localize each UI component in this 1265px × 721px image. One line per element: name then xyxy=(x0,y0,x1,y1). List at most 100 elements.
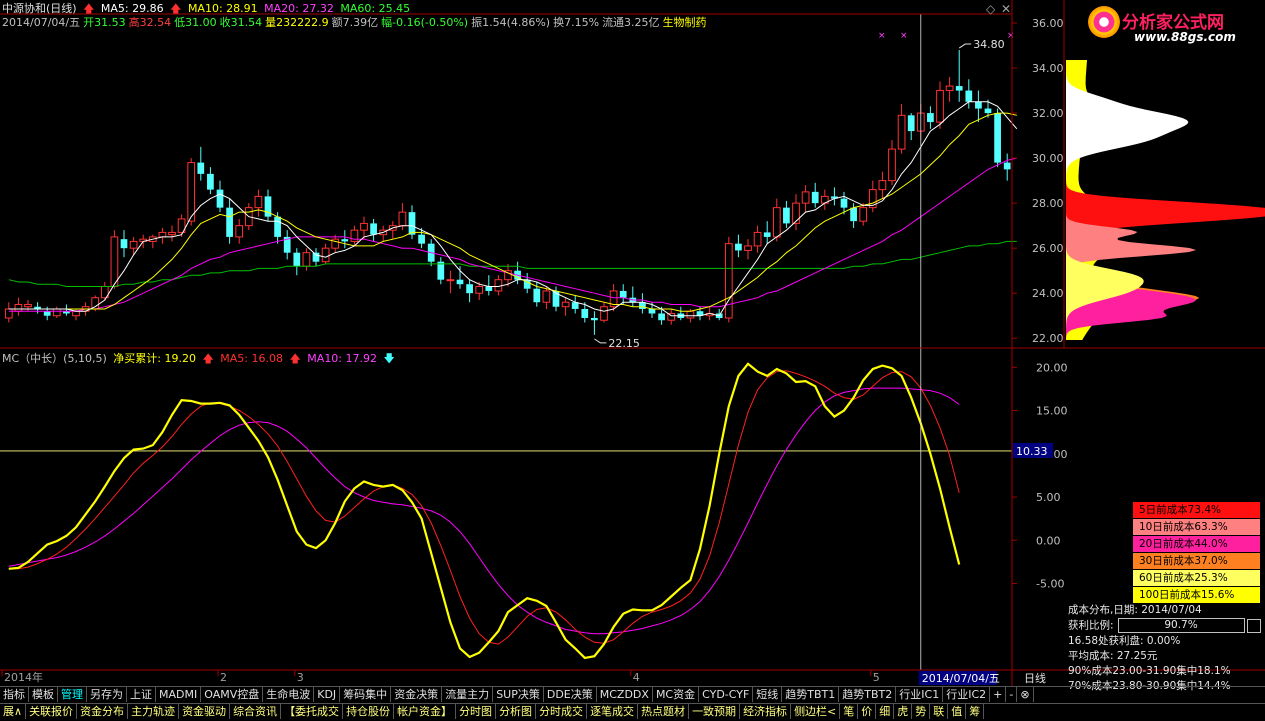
tab-item[interactable]: 势 xyxy=(912,704,931,719)
tab-item[interactable]: 行业IC1 xyxy=(896,687,944,702)
candle[interactable] xyxy=(975,90,982,123)
candle[interactable] xyxy=(792,194,800,231)
tab-item[interactable]: 分时图 xyxy=(456,704,497,719)
candle[interactable] xyxy=(302,248,311,271)
candle[interactable] xyxy=(120,230,128,258)
candle[interactable] xyxy=(801,185,810,213)
candle[interactable] xyxy=(629,286,637,307)
tab-item[interactable]: 分析图 xyxy=(496,704,537,719)
candle[interactable] xyxy=(235,218,244,244)
candle[interactable] xyxy=(965,79,973,109)
candle[interactable] xyxy=(408,205,416,240)
tab-item[interactable]: 关联报价 xyxy=(26,704,78,719)
candle[interactable] xyxy=(639,293,646,314)
candle[interactable] xyxy=(907,113,915,141)
candle[interactable] xyxy=(831,187,838,206)
candle[interactable] xyxy=(264,189,272,222)
tab-item[interactable]: MCZDDX xyxy=(597,687,653,702)
tab-item[interactable]: 逐笔成交 xyxy=(587,704,639,719)
candle[interactable] xyxy=(753,225,762,253)
candle[interactable] xyxy=(312,248,320,267)
candle[interactable] xyxy=(456,266,464,289)
tab-item[interactable]: 综合资讯 xyxy=(230,704,282,719)
tab-item[interactable]: 筹码集中 xyxy=(340,687,392,702)
tab-item[interactable]: MC资金 xyxy=(653,687,700,702)
candle[interactable] xyxy=(226,198,233,244)
candle[interactable] xyxy=(811,182,819,208)
tab-item[interactable]: SUP决策 xyxy=(493,687,544,702)
expand-button[interactable] xyxy=(1246,618,1261,633)
candle[interactable] xyxy=(283,230,291,260)
candle[interactable] xyxy=(148,234,157,249)
tab-item[interactable]: DDE决策 xyxy=(544,687,597,702)
indicator-panel[interactable] xyxy=(0,362,1012,660)
candle[interactable] xyxy=(561,297,570,316)
candle[interactable] xyxy=(207,167,214,195)
candle[interactable] xyxy=(945,77,954,102)
candle[interactable] xyxy=(571,295,579,314)
candle[interactable] xyxy=(446,270,455,294)
candle[interactable] xyxy=(341,230,349,249)
tab-item[interactable]: 管理 xyxy=(58,687,87,702)
tab-item[interactable]: 一致预期 xyxy=(689,704,741,719)
candle[interactable] xyxy=(388,221,397,240)
tab-item[interactable]: 资金驱动 xyxy=(179,704,231,719)
candle[interactable] xyxy=(63,304,70,316)
tab-item[interactable]: 趋势TBT2 xyxy=(839,687,897,702)
candle[interactable] xyxy=(370,218,377,242)
tab-item[interactable]: 笔 xyxy=(840,704,859,719)
candle[interactable] xyxy=(437,257,445,285)
candle[interactable] xyxy=(724,236,733,323)
candle[interactable] xyxy=(24,299,32,312)
tab-item[interactable]: MADMI xyxy=(156,687,202,702)
candle[interactable] xyxy=(542,286,551,309)
candle[interactable] xyxy=(360,216,368,240)
candle[interactable] xyxy=(485,275,493,296)
tab-item[interactable]: 行业IC2 xyxy=(943,687,991,702)
tab-item[interactable]: 筹 xyxy=(966,704,985,719)
candle[interactable] xyxy=(888,140,896,186)
candle[interactable] xyxy=(878,171,887,199)
tab-item[interactable]: KDJ xyxy=(314,687,341,702)
tab-item[interactable]: 持仓股份 xyxy=(343,704,395,719)
tab-item[interactable]: 上证 xyxy=(127,687,156,702)
tab-item[interactable]: 细 xyxy=(876,704,895,719)
candle[interactable] xyxy=(744,239,752,260)
tab-item[interactable]: 资金决策 xyxy=(391,687,443,702)
candle[interactable] xyxy=(52,306,61,318)
tab-item[interactable]: 展∧ xyxy=(0,704,27,719)
tab-item[interactable]: 帐户资金】 xyxy=(394,704,457,719)
candle[interactable] xyxy=(897,104,906,154)
tab-item[interactable]: CYD-CYF xyxy=(699,687,754,702)
candle[interactable] xyxy=(591,311,598,335)
candle[interactable] xyxy=(677,306,685,321)
tab-item[interactable]: 趋势TBT1 xyxy=(782,687,840,702)
candle[interactable] xyxy=(110,230,119,289)
tab-item[interactable]: + xyxy=(990,687,1007,702)
candle[interactable] xyxy=(293,248,301,276)
tab-item[interactable]: 侧边栏< xyxy=(791,704,841,719)
tab-item[interactable]: 指标 xyxy=(0,687,29,702)
candle[interactable] xyxy=(350,225,359,246)
candle[interactable] xyxy=(783,200,790,228)
tab-item[interactable]: - xyxy=(1006,687,1018,702)
candle[interactable] xyxy=(216,180,224,213)
candle[interactable] xyxy=(466,279,473,303)
candle[interactable] xyxy=(868,180,877,213)
candle[interactable] xyxy=(254,189,263,217)
candle[interactable] xyxy=(955,50,963,102)
candle[interactable] xyxy=(735,234,742,258)
candle[interactable] xyxy=(600,302,608,323)
candle[interactable] xyxy=(187,158,196,226)
restore-icon[interactable]: ◇ xyxy=(986,2,995,16)
candle[interactable] xyxy=(4,302,13,323)
candle[interactable] xyxy=(34,302,41,314)
tab-item[interactable]: 值 xyxy=(948,704,967,719)
candle[interactable] xyxy=(994,108,1001,168)
price-panel[interactable]: 34.8022.15× × × xyxy=(4,31,1018,350)
tab-item[interactable]: 热点题材 xyxy=(638,704,690,719)
candle[interactable] xyxy=(177,214,186,237)
candle[interactable] xyxy=(763,221,771,244)
close-icon[interactable]: ✕ xyxy=(1001,2,1011,16)
candle[interactable] xyxy=(494,275,503,296)
